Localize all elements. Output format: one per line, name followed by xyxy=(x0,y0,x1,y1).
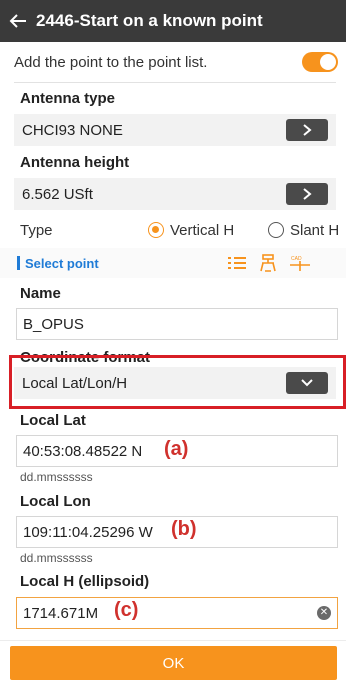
radio-slant-h[interactable]: Slant H xyxy=(268,222,339,239)
select-point-link[interactable]: Select point xyxy=(25,256,99,271)
local-h-input[interactable]: 1714.671M ✕ xyxy=(16,597,338,629)
annotation-b: (b) xyxy=(171,518,197,540)
add-point-label: Add the point to the point list. xyxy=(14,53,208,71)
add-point-row: Add the point to the point list. xyxy=(0,44,346,80)
radio-vertical-h-label: Vertical H xyxy=(170,221,235,239)
title-bar: 2446-Start on a known point xyxy=(0,0,346,42)
local-lon-value: 109:11:04.25296 W xyxy=(23,523,153,541)
ok-button[interactable]: OK xyxy=(10,646,337,680)
antenna-type-select[interactable]: CHCI93 NONE xyxy=(14,114,336,146)
type-label: Type xyxy=(20,221,53,239)
name-value: B_OPUS xyxy=(23,315,84,333)
section-accent-bar xyxy=(17,256,20,270)
type-row: Type Vertical H Slant H xyxy=(0,214,346,246)
antenna-type-chevron-right-icon[interactable] xyxy=(286,119,328,141)
cad-point-icon[interactable]: CAD xyxy=(289,253,311,273)
list-icon[interactable] xyxy=(226,253,248,273)
antenna-height-chevron-right-icon[interactable] xyxy=(286,183,328,205)
page-title: 2446-Start on a known point xyxy=(36,11,263,30)
antenna-height-value: 6.562 USft xyxy=(22,185,93,203)
radio-unselected-icon xyxy=(268,222,284,238)
local-lat-value: 40:53:08.48522 N xyxy=(23,442,143,460)
radio-slant-h-label: Slant H xyxy=(290,221,340,239)
name-label: Name xyxy=(20,285,61,302)
divider xyxy=(14,82,336,83)
select-point-row: Select point CAD xyxy=(0,248,346,278)
annotation-c: (c) xyxy=(114,599,139,621)
add-point-toggle[interactable] xyxy=(302,52,338,72)
divider xyxy=(0,640,346,641)
antenna-type-label: Antenna type xyxy=(20,90,116,107)
local-lon-hint: dd.mmssssss xyxy=(20,551,93,565)
antenna-height-select[interactable]: 6.562 USft xyxy=(14,178,336,210)
local-lat-label: Local Lat xyxy=(20,412,86,429)
radio-selected-icon xyxy=(148,222,164,238)
local-h-label: Local H (ellipsoid) xyxy=(20,573,150,590)
survey-point-icon[interactable] xyxy=(257,253,279,273)
local-lat-hint: dd.mmssssss xyxy=(20,470,93,484)
clear-icon[interactable]: ✕ xyxy=(317,606,331,620)
radio-vertical-h[interactable]: Vertical H xyxy=(148,222,234,239)
name-input[interactable]: B_OPUS xyxy=(16,308,338,340)
annotation-a: (a) xyxy=(164,438,189,460)
local-h-value: 1714.671M xyxy=(23,604,99,622)
local-lon-label: Local Lon xyxy=(20,493,91,510)
antenna-type-value: CHCI93 NONE xyxy=(22,121,123,139)
antenna-height-label: Antenna height xyxy=(20,154,130,171)
back-arrow-icon[interactable] xyxy=(0,0,36,42)
coordinate-format-highlight xyxy=(9,355,346,409)
